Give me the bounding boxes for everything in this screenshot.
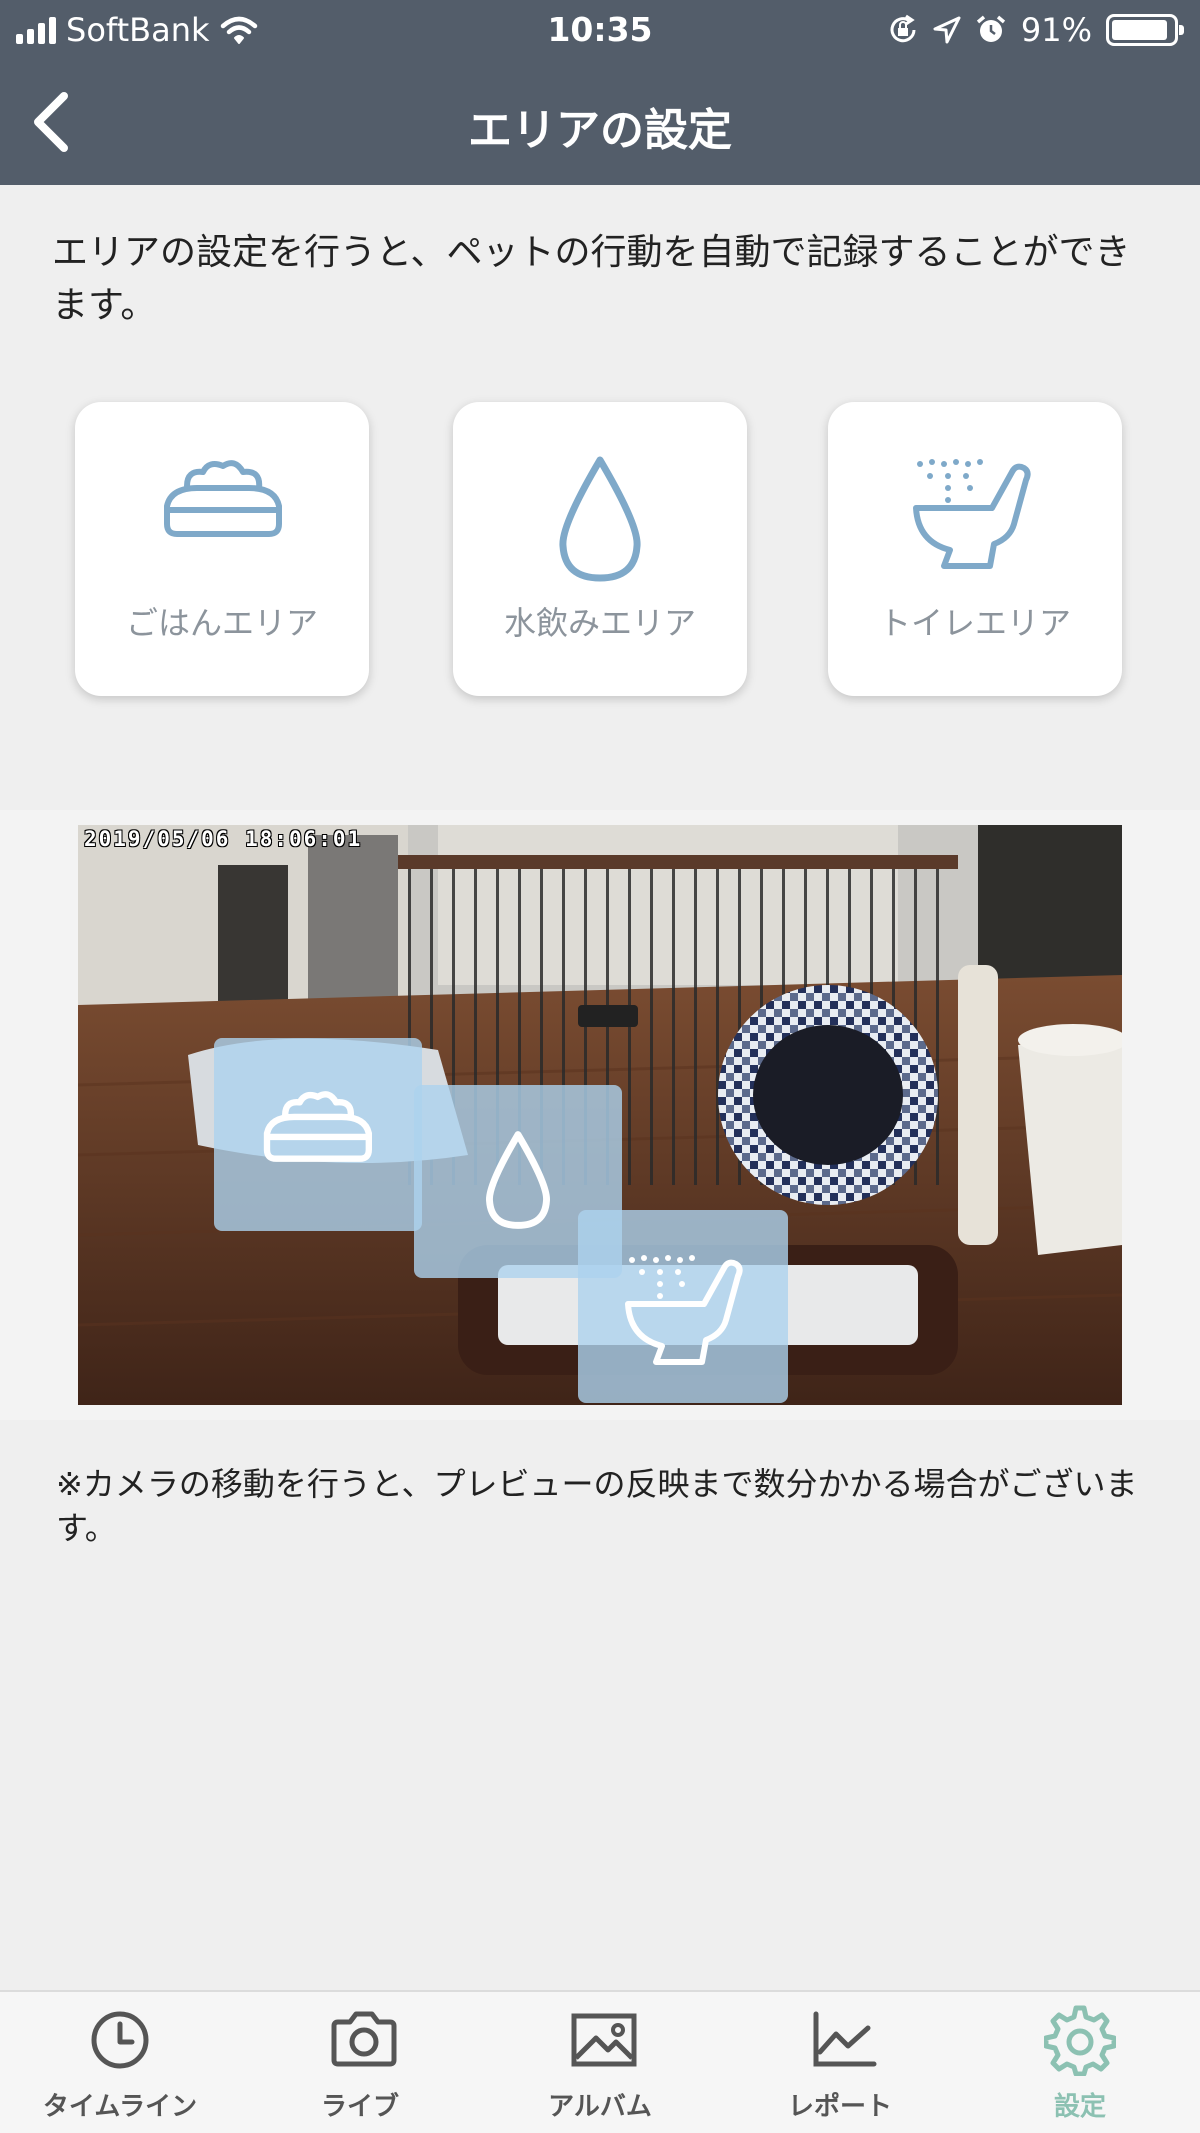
line-chart-icon [813,2011,877,2067]
alarm-icon [976,15,1005,42]
battery-icon [1106,14,1184,46]
tab-bar: タイムライン ライブ アルバム レポート 設定 [0,1990,1200,2133]
toilet-area-zone[interactable] [578,1210,788,1403]
toilet-icon [913,459,1031,569]
food-area-zone[interactable] [214,1038,422,1231]
water-drop-icon [559,456,641,582]
food-bowl-icon [164,460,282,537]
status-right: 91% [887,10,1184,50]
food-area-label: ごはんエリア [125,604,318,642]
preview-note: ※カメラの移動を行うと、プレビューの反映まで数分かかる場合がございます。 [56,1465,1138,1547]
clock-icon [91,2011,149,2069]
tab-settings-label: 設定 [1053,2092,1106,2122]
navigation-header: SoftBank 10:35 91% エリアの設定 [0,0,1200,185]
tab-settings[interactable]: 設定 [960,1992,1200,2133]
camera-icon [331,2011,397,2067]
status-bar: SoftBank 10:35 91% [0,0,1200,60]
food-area-card[interactable]: ごはんエリア [75,402,369,696]
water-area-label: 水飲みエリア [503,604,696,642]
location-arrow-icon [933,16,961,44]
tab-timeline-label: タイムライン [42,2092,198,2122]
orientation-lock-icon [890,14,916,43]
page-title: エリアの設定 [468,105,732,156]
water-area-card[interactable]: 水飲みエリア [453,402,747,696]
tab-live[interactable]: ライブ [240,1992,480,2133]
toilet-area-label: トイレエリア [878,604,1071,642]
battery-percent: 91% [1020,11,1092,49]
toilet-icon [625,1255,743,1365]
tab-album-label: アルバム [548,2092,652,2122]
tab-report[interactable]: レポート [720,1992,960,2133]
gear-icon [1044,2005,1116,2076]
image-icon [571,2013,637,2067]
water-drop-icon [486,1131,550,1229]
tab-report-label: レポート [787,2092,892,2122]
camera-preview: 2019/05/06 18:06:01 [78,825,1122,1405]
food-bowl-icon [263,1091,373,1162]
toilet-area-card[interactable]: トイレエリア [828,402,1122,696]
tab-album[interactable]: アルバム [480,1992,720,2133]
tab-timeline[interactable]: タイムライン [0,1992,240,2133]
preview-timestamp: 2019/05/06 18:06:01 [84,827,363,851]
intro-text: エリアの設定を行うと、ペットの行動を自動で記録することができます。 [52,232,1131,326]
tab-live-label: ライブ [320,2092,399,2122]
